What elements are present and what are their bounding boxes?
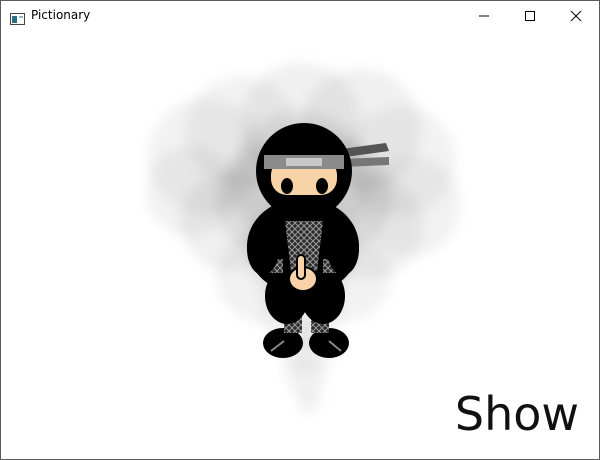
maximize-button[interactable]: [507, 1, 553, 31]
maximize-icon: [525, 11, 535, 21]
minimize-icon: [479, 15, 489, 17]
window-title: Pictionary: [31, 8, 91, 22]
close-button[interactable]: [553, 1, 599, 31]
show-button[interactable]: Show: [455, 387, 579, 441]
app-window: Pictionary Show: [0, 0, 600, 460]
title-bar[interactable]: Pictionary: [1, 1, 599, 31]
app-window-icon: [10, 10, 26, 25]
minimize-button[interactable]: [461, 1, 507, 31]
close-icon: [570, 10, 582, 22]
